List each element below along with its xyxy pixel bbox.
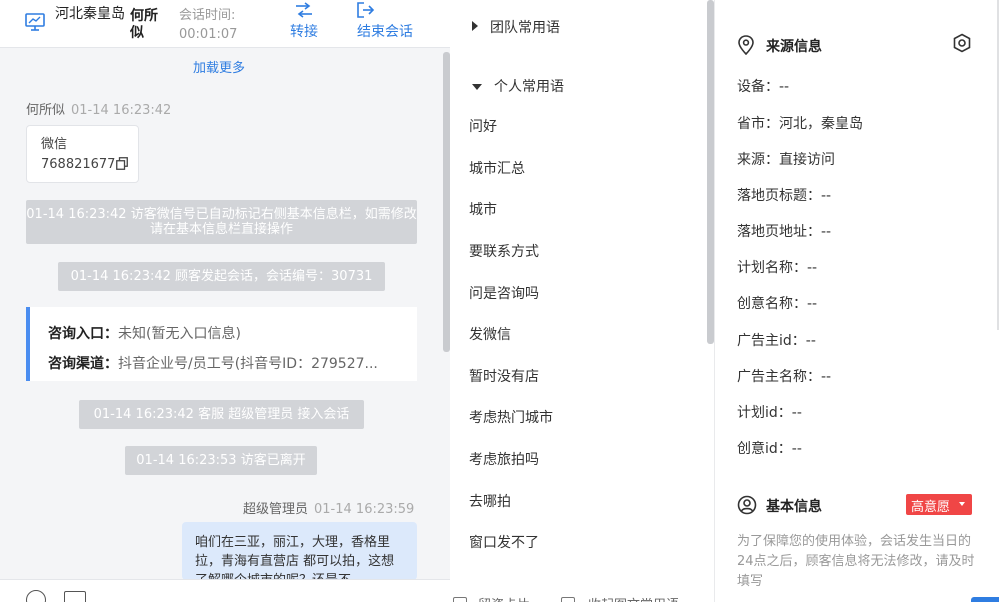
info-field-source: 来源：直接访问	[737, 152, 835, 168]
agent-message-bubble: 咱们在三亚，丽江，大理，香格里拉，青海有直营店 都可以拍，这想了解哪个城市的呢？…	[182, 522, 417, 580]
edit-deadline-note: 为了保障您的使用体验，会话发生当日的24点之后，顾客信息将无法修改，请及时填写	[737, 534, 975, 589]
intent-level-dropdown[interactable]: 高意愿	[906, 494, 972, 515]
info-field-province: 省市：河北，秦皇岛	[737, 116, 863, 132]
common-phrases-panel: 团队常用语 个人常用语 问好 城市汇总 城市 要联系方式 问是咨询吗 发微信 暂…	[450, 0, 715, 602]
info-field-plan-name: 计划名称：--	[737, 260, 818, 276]
info-field-advertiser-name: 广告主名称：--	[737, 369, 832, 385]
system-message: 01-14 16:23:42 客服 超级管理员 接入会话	[79, 400, 364, 429]
phrase-item[interactable]: 问是咨询吗	[469, 283, 539, 303]
phrase-item[interactable]: 问好	[469, 116, 497, 136]
phrase-item[interactable]: 城市汇总	[469, 158, 525, 178]
end-session-button[interactable]: 结束会话	[357, 2, 419, 41]
lead-card-label[interactable]: 留资卡片	[478, 594, 530, 602]
visitor-info-panel: 来源信息 设备：-- 省市：河北，秦皇岛 来源：直接访问 落地页标题：-- 落地…	[715, 0, 999, 602]
collapse-phrases-label[interactable]: 收起图文常用语	[588, 594, 679, 602]
end-session-label: 结束会话	[357, 24, 413, 40]
phrase-item[interactable]: 窗口发不了	[469, 532, 539, 552]
team-phrases-label: 团队常用语	[490, 20, 560, 36]
chat-toolbar	[0, 579, 450, 602]
system-message: 01-14 16:23:42 访客微信号已自动标记右侧基本信息栏，如需修改请在基…	[26, 200, 417, 244]
agent-message-meta: 超级管理员 01-14 16:23:59	[243, 498, 414, 517]
app-root: 河北秦皇岛 何所似 会话时间: 00:01:07 转接 结束会话 加载更多 何所…	[0, 0, 999, 602]
agent-message-sender: 超级管理员	[243, 502, 309, 517]
card-checkbox-icon[interactable]	[453, 597, 467, 602]
transfer-icon	[296, 2, 312, 18]
chat-header: 河北秦皇岛 何所似 会话时间: 00:01:07 转接 结束会话	[0, 0, 450, 48]
monitor-icon	[25, 13, 45, 31]
transfer-button[interactable]: 转接	[288, 2, 320, 41]
personal-phrases-group[interactable]: 个人常用语	[472, 76, 564, 96]
session-time-label: 会话时间:	[179, 8, 236, 23]
transfer-label: 转接	[290, 24, 318, 40]
eye-icon[interactable]	[952, 33, 972, 53]
wechat-card: 微信 768821677	[26, 125, 139, 183]
consult-entry-label: 咨询入口：	[48, 326, 118, 342]
agent-message-time: 01-14 16:23:59	[314, 502, 415, 517]
info-field-landing-title: 落地页标题：--	[737, 188, 832, 204]
phrases-scrollbar[interactable]	[707, 0, 714, 344]
caret-right-icon	[472, 21, 478, 31]
system-message: 01-14 16:23:42 顾客发起会话，会话编号：30731	[58, 262, 385, 291]
phrase-item[interactable]: 暂时没有店	[469, 366, 539, 386]
phrase-item[interactable]: 考虑热门城市	[469, 407, 553, 427]
info-field-advertiser-id: 广告主id：--	[737, 333, 816, 349]
image-icon[interactable]	[64, 591, 86, 602]
phrase-item[interactable]: 要联系方式	[469, 241, 539, 261]
system-message: 01-14 16:23:53 访客已离开	[125, 446, 317, 475]
intent-level-value: 高意愿	[911, 500, 951, 515]
wechat-card-value: 768821677	[41, 157, 116, 172]
exit-icon	[357, 2, 375, 18]
basic-info-label: 基本信息	[766, 499, 822, 515]
consult-entry-value: 未知(暂无入口信息)	[118, 326, 241, 342]
phrases-footer: 留资卡片 收起图文常用语	[450, 590, 715, 602]
info-field-landing-url: 落地页地址：--	[737, 224, 832, 240]
info-field-creative-name: 创意名称：--	[737, 296, 818, 312]
personal-phrases-label: 个人常用语	[494, 79, 564, 95]
chat-scrollbar[interactable]	[443, 52, 450, 352]
copy-icon[interactable]	[116, 157, 129, 170]
visitor-message-sender: 何所似	[26, 103, 66, 118]
session-time-value: 00:01:07	[179, 27, 238, 42]
caret-down-icon	[472, 84, 482, 90]
phrase-item[interactable]: 发微信	[469, 324, 511, 344]
consult-channel-label: 咨询渠道：	[48, 356, 118, 372]
caret-down-icon	[959, 502, 965, 506]
phrase-item[interactable]: 城市	[469, 199, 497, 219]
wechat-card-title: 微信	[41, 137, 68, 152]
emoji-icon[interactable]	[26, 590, 46, 602]
load-more-link[interactable]: 加载更多	[193, 57, 245, 76]
user-circle-icon	[737, 495, 757, 515]
team-phrases-group[interactable]: 团队常用语	[472, 17, 560, 37]
info-field-creative-id: 创意id：--	[737, 441, 802, 457]
location-pin-icon	[738, 35, 754, 55]
visitor-name: 何所似	[130, 8, 158, 41]
phrase-item[interactable]: 去哪拍	[469, 491, 511, 511]
visitor-message-meta: 何所似 01-14 16:23:42	[26, 99, 171, 118]
info-field-plan-id: 计划id：--	[737, 405, 802, 421]
visitor-message-time: 01-14 16:23:42	[71, 103, 172, 118]
consult-info-card: 咨询入口：未知(暂无入口信息) 咨询渠道：抖音企业号/员工号(抖音号ID：279…	[26, 307, 417, 381]
consult-channel-value: 抖音企业号/员工号(抖音号ID：279527...	[118, 356, 378, 372]
phrase-item[interactable]: 考虑旅拍吗	[469, 449, 539, 469]
collapse-checkbox-icon[interactable]	[561, 597, 575, 602]
floating-action-button[interactable]	[971, 597, 999, 602]
source-info-label: 来源信息	[766, 39, 822, 55]
info-field-device: 设备：--	[737, 79, 790, 95]
visitor-region: 河北秦皇岛	[55, 6, 125, 22]
chat-panel: 河北秦皇岛 何所似 会话时间: 00:01:07 转接 结束会话 加载更多 何所…	[0, 0, 450, 602]
